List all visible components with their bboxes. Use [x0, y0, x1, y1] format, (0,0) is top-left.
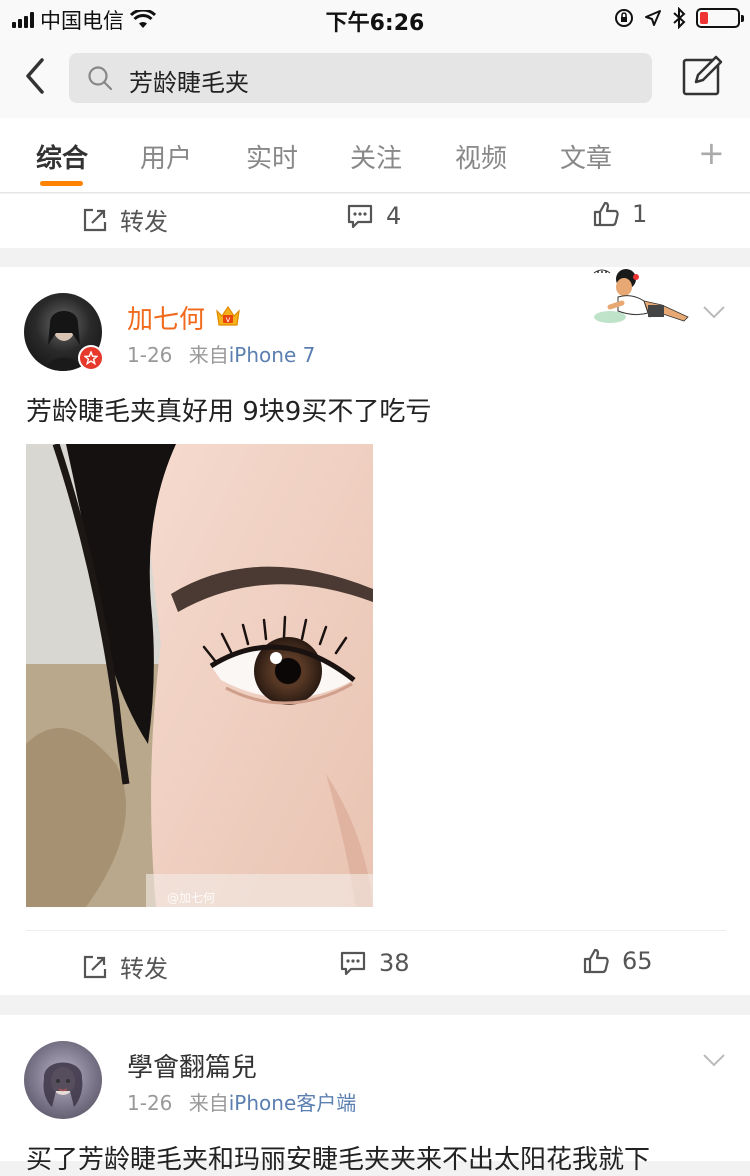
- like-count: 65: [622, 947, 653, 975]
- comment-icon: [347, 204, 373, 229]
- post-date: 1-26: [127, 343, 173, 367]
- thumbs-up-icon: [583, 948, 609, 974]
- like-button[interactable]: 65: [582, 947, 653, 975]
- bluetooth-icon: [673, 7, 686, 29]
- like-button[interactable]: 1: [592, 200, 647, 228]
- search-icon: [88, 66, 113, 91]
- tab-realtime[interactable]: 实时: [246, 138, 298, 175]
- compose-icon[interactable]: [680, 54, 724, 98]
- source-prefix: 来自: [188, 343, 229, 367]
- post-source[interactable]: iPhone 7: [229, 343, 316, 367]
- vip-crown-icon[interactable]: v: [214, 303, 242, 329]
- post-meta: 1-26 来自iPhone客户端: [127, 1087, 356, 1116]
- nav-bar: 芳龄睫毛夹: [0, 38, 750, 118]
- prev-post-actions: 转发 4 1: [0, 188, 750, 248]
- source-prefix: 来自: [188, 1091, 229, 1115]
- search-input[interactable]: 芳龄睫毛夹: [69, 53, 652, 103]
- tab-following[interactable]: 关注: [350, 138, 402, 175]
- verified-badge: [78, 345, 104, 371]
- comment-count: 38: [379, 949, 410, 977]
- eye-photo: [26, 444, 373, 907]
- comment-button[interactable]: 38: [339, 949, 410, 977]
- post-text: 买了芳龄睫毛夹和玛丽安睫毛夹夹来不出太阳花我就下: [26, 1145, 651, 1175]
- svg-text:v: v: [226, 315, 231, 324]
- photo-watermark: @加七何: [167, 891, 216, 905]
- post-photo[interactable]: @加七何: [26, 444, 373, 907]
- comment-icon: [340, 951, 366, 976]
- comment-button[interactable]: 4: [346, 202, 401, 230]
- search-query: 芳龄睫毛夹: [129, 69, 249, 97]
- post-username[interactable]: 學會翻篇兒: [127, 1047, 257, 1084]
- back-icon[interactable]: [18, 54, 52, 98]
- avatar[interactable]: [24, 1041, 102, 1119]
- like-count: 1: [632, 200, 648, 228]
- tab-users[interactable]: 用户: [140, 138, 192, 175]
- prev-post-card: 转发 4 1: [0, 194, 750, 248]
- add-tab-button[interactable]: +: [698, 134, 725, 172]
- status-right: [614, 7, 744, 29]
- post-card: 學會翻篇兒 1-26 来自iPhone客户端 买了芳龄睫毛夹和玛丽安睫毛夹夹来不…: [0, 1015, 750, 1175]
- post-source[interactable]: iPhone客户端: [229, 1091, 357, 1115]
- repost-label: 转发: [120, 208, 168, 236]
- divider: [26, 930, 726, 931]
- post-username[interactable]: 加七何: [127, 299, 205, 336]
- tab-all[interactable]: 综合: [36, 138, 88, 175]
- repost-icon: [83, 955, 107, 978]
- repost-icon: [83, 208, 107, 231]
- repost-label: 转发: [120, 955, 168, 983]
- comment-count: 4: [386, 202, 402, 230]
- post-meta: 1-26 来自iPhone 7: [127, 339, 315, 368]
- star-icon: [84, 351, 98, 365]
- battery-icon: [696, 8, 744, 28]
- post-card: 加七何 v 1-26 来自iPhone 7 芳龄睫毛夹真好用 9块9买不了吃亏: [0, 267, 750, 995]
- orientation-lock-icon: [615, 9, 633, 27]
- tab-articles[interactable]: 文章: [560, 138, 612, 175]
- post-date: 1-26: [127, 1091, 173, 1115]
- chevron-down-icon[interactable]: [702, 304, 726, 320]
- status-bar: 中国电信 下午6:26: [0, 0, 750, 38]
- chevron-down-icon[interactable]: [702, 1052, 726, 1068]
- repost-button[interactable]: 转发: [82, 202, 168, 237]
- tab-video[interactable]: 视频: [455, 138, 507, 175]
- location-icon: [645, 10, 661, 26]
- thumbs-up-icon: [593, 201, 619, 227]
- active-tab-indicator: [40, 181, 83, 186]
- post-text: 芳龄睫毛夹真好用 9块9买不了吃亏: [26, 397, 432, 427]
- repost-button[interactable]: 转发: [82, 949, 168, 984]
- post-actions: 转发 38 65: [0, 933, 750, 993]
- tab-bar: 综合 用户 实时 关注 视频 文章 +: [0, 118, 750, 193]
- avatar-portrait: [43, 1062, 83, 1107]
- cartoon-girl-sticker: [593, 269, 689, 323]
